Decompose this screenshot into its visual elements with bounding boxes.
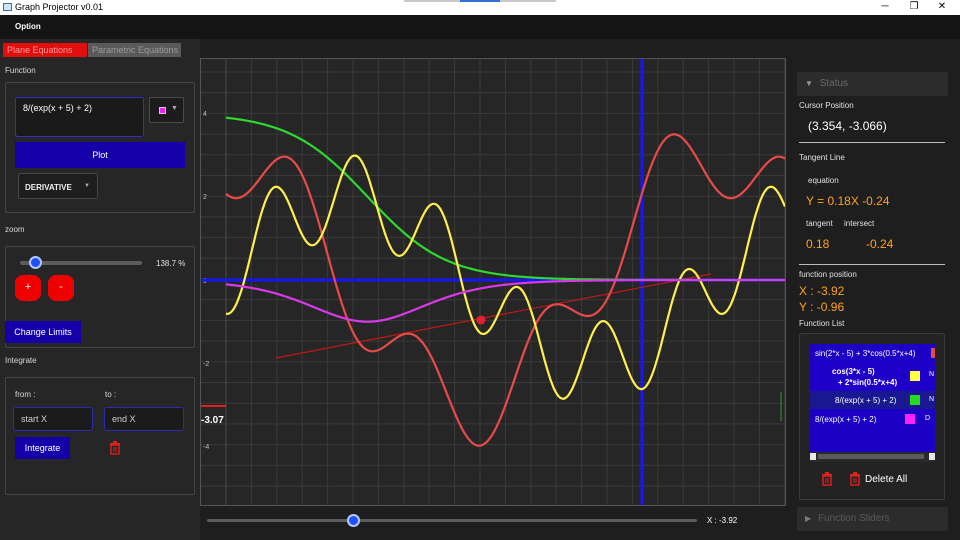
function-input[interactable]: 8/(exp(x + 5) + 2) [15, 97, 144, 137]
status-header[interactable]: ▼ Status [797, 72, 948, 96]
function-expr: 8/(exp(x + 5) + 2) [815, 415, 877, 424]
end-x-input[interactable]: end X [104, 407, 184, 431]
function-y-value: Y : -0.96 [799, 300, 845, 314]
y-tick-label: 4 [203, 111, 207, 118]
list-item[interactable]: 8/(exp(x + 5) + 2) D [810, 409, 935, 429]
menu-bar: Option [0, 15, 960, 39]
zoom-label: zoom [5, 225, 25, 234]
taskbar-indicator-active [460, 0, 500, 2]
y-tick-label: -4 [203, 444, 209, 451]
right-panel: ▼ Status Cursor Position (3.354, -3.066)… [786, 39, 960, 540]
function-color-swatch [905, 414, 915, 424]
left-panel: Plane Equations Parametric Equations Fun… [0, 39, 200, 540]
trash-icon[interactable] [109, 441, 121, 455]
graph-canvas[interactable]: 420-2-4 -3.07 [200, 58, 786, 506]
function-sliders-header[interactable]: ▶ Function Sliders [797, 507, 948, 531]
function-list-label: Function List [799, 319, 845, 328]
x-slider-track[interactable] [207, 519, 697, 522]
maximize-button[interactable]: ❐ [902, 0, 926, 15]
function-expr: 8/(exp(x + 5) + 2) [835, 396, 897, 405]
cursor-y-label: -3.07 [201, 415, 224, 426]
trash-icon [850, 472, 860, 486]
delete-all-label: Delete All [865, 474, 908, 485]
chevron-right-icon: ▶ [805, 514, 812, 523]
y-tick-label: 2 [203, 194, 207, 201]
menu-option[interactable]: Option [15, 22, 41, 31]
function-x-value: X : -3.92 [799, 284, 845, 298]
list-item[interactable]: sin(2*x - 5) + 3*cos(0.5*x+4) [810, 344, 935, 362]
cursor-position-value: (3.354, -3.066) [808, 119, 887, 133]
scrollbar-thumb[interactable] [818, 454, 924, 459]
minimize-button[interactable]: ─ [873, 0, 897, 15]
function-mode: N [929, 371, 935, 378]
tangent-label: tangent [806, 219, 833, 228]
integrate-button[interactable]: Integrate [15, 437, 70, 459]
scrollbar-right-end[interactable] [929, 453, 935, 460]
zoom-value: 138.7 % [156, 259, 186, 268]
tangent-value: 0.18 [806, 237, 830, 251]
to-label: to : [105, 390, 117, 399]
window-title: Graph Projector v0.01 [15, 2, 104, 12]
function-list-scrollbar[interactable] [810, 452, 935, 462]
cursor-position-label: Cursor Position [799, 101, 854, 110]
plot-button[interactable]: Plot [15, 142, 185, 168]
function-mode: N [929, 396, 935, 403]
function-expr-line1: cos(3*x - 5) [832, 367, 875, 376]
function-color-swatch [931, 348, 935, 358]
function-list-items[interactable]: sin(2*x - 5) + 3*cos(0.5*x+4) cos(3*x - … [810, 344, 935, 452]
x-slider-thumb[interactable] [347, 514, 360, 527]
graph-svg[interactable]: 420-2-4 -3.07 [201, 59, 785, 505]
divider [799, 142, 945, 143]
tangent-point[interactable] [476, 315, 486, 325]
list-item[interactable]: cos(3*x - 5) + 2*sin(0.5*x+4) N [810, 362, 935, 391]
function-expr: sin(2*x - 5) + 3*cos(0.5*x+4) [815, 349, 916, 358]
start-x-input[interactable]: start X [13, 407, 93, 431]
function-mode: D [925, 415, 931, 422]
x-readout: X : -3.92 [707, 516, 738, 525]
app-icon [3, 3, 12, 11]
intersect-value: -0.24 [866, 237, 894, 251]
chevron-down-icon: ▼ [805, 79, 813, 88]
integrate-label: Integrate [5, 356, 37, 365]
chevron-down-icon: ▼ [84, 183, 90, 189]
function-list: sin(2*x - 5) + 3*cos(0.5*x+4) cos(3*x - … [799, 333, 945, 500]
function-position-label: function position [799, 270, 857, 279]
status-title: Status [819, 78, 849, 89]
function-expr-line2: + 2*sin(0.5*x+4) [838, 378, 898, 387]
chevron-down-icon: ▼ [171, 105, 178, 112]
color-picker[interactable]: ▼ [149, 97, 184, 123]
zoom-slider-thumb[interactable] [28, 256, 42, 269]
mode-select[interactable]: DERIVATIVE ▼ [18, 173, 98, 199]
close-button[interactable]: ✕ [930, 0, 954, 15]
grid [201, 59, 785, 505]
change-limits-button[interactable]: Change Limits [5, 321, 81, 343]
mode-select-value: DERIVATIVE [25, 183, 72, 192]
intersect-label: intersect [844, 219, 875, 228]
divider [799, 264, 945, 265]
function-label: Function [5, 66, 36, 75]
zoom-in-button[interactable]: + [15, 275, 41, 301]
function-color-swatch [910, 371, 920, 381]
equation-label: equation [808, 176, 839, 185]
from-label: from : [15, 390, 36, 399]
tab-parametric-equations[interactable]: Parametric Equations [88, 43, 181, 57]
zoom-out-button[interactable]: - [48, 275, 74, 301]
function-color-swatch [910, 395, 920, 405]
trash-icon[interactable] [821, 472, 833, 486]
y-tick-label: -2 [203, 361, 209, 368]
list-item[interactable]: 8/(exp(x + 5) + 2) N [810, 391, 935, 409]
tab-plane-equations[interactable]: Plane Equations [3, 43, 87, 57]
tangent-line-label: Tangent Line [799, 153, 845, 162]
equation-value: Y = 0.18X -0.24 [806, 194, 890, 208]
color-swatch [159, 107, 166, 114]
function-sliders-title: Function Sliders [817, 513, 890, 524]
title-bar: Graph Projector v0.01 ─ ❐ ✕ [0, 0, 960, 15]
scrollbar-left-end[interactable] [810, 453, 816, 460]
